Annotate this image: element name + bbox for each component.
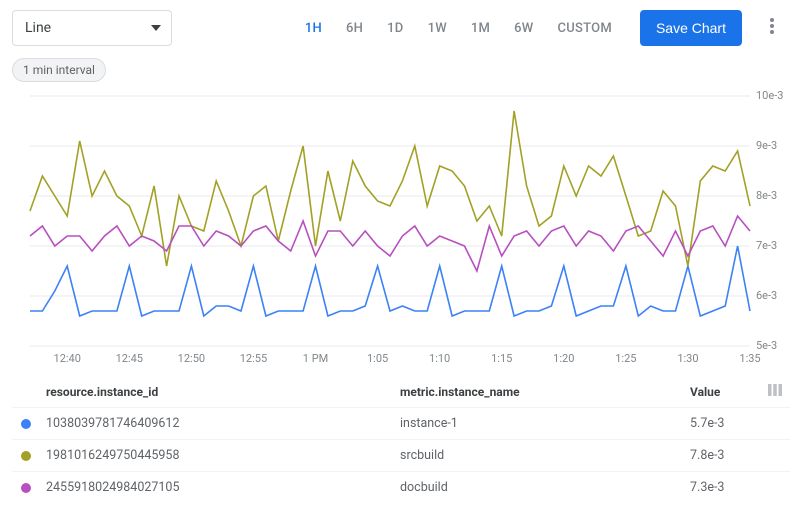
cell-value: 5.7e-3 (690, 416, 760, 431)
range-tab-1h[interactable]: 1H (293, 10, 334, 46)
cell-instance-id: 1038039781746409612 (40, 416, 400, 431)
cell-instance-id: 1981016249750445958 (40, 448, 400, 463)
column-header-value[interactable]: Value (690, 385, 760, 399)
range-tab-custom[interactable]: CUSTOM (546, 10, 624, 46)
svg-text:12:40: 12:40 (54, 352, 81, 365)
svg-text:1:10: 1:10 (429, 352, 450, 365)
interval-chip[interactable]: 1 min interval (12, 58, 106, 82)
svg-text:1:20: 1:20 (553, 352, 574, 365)
svg-text:1:25: 1:25 (615, 352, 636, 365)
column-settings-button[interactable] (760, 384, 790, 399)
svg-text:12:55: 12:55 (240, 352, 267, 365)
dropdown-icon (151, 25, 161, 31)
cell-instance-name: docbuild (400, 480, 690, 495)
cell-instance-name: instance-1 (400, 416, 690, 431)
cell-value: 7.8e-3 (690, 448, 760, 463)
legend-table: resource.instance_id metric.instance_nam… (12, 376, 790, 503)
svg-text:1:15: 1:15 (491, 352, 512, 365)
svg-text:1:35: 1:35 (739, 352, 760, 365)
save-chart-button[interactable]: Save Chart (640, 10, 742, 46)
legend-row[interactable]: 1981016249750445958srcbuild7.8e-3 (12, 439, 790, 471)
svg-text:1 PM: 1 PM (303, 352, 328, 365)
svg-text:1:30: 1:30 (677, 352, 698, 365)
range-tab-6w[interactable]: 6W (502, 10, 545, 46)
svg-text:10e-3: 10e-3 (756, 90, 783, 102)
column-header-instance-name[interactable]: metric.instance_name (400, 385, 690, 399)
svg-text:12:45: 12:45 (116, 352, 143, 365)
more-vert-icon (770, 18, 774, 38)
chart-type-label: Line (25, 20, 51, 36)
cell-value: 7.3e-3 (690, 480, 760, 495)
more-options-button[interactable] (754, 10, 790, 46)
range-tab-6h[interactable]: 6H (334, 10, 375, 46)
column-header-instance-id[interactable]: resource.instance_id (40, 385, 400, 399)
series-swatch (21, 451, 31, 461)
svg-text:6e-3: 6e-3 (756, 289, 777, 302)
range-tab-1d[interactable]: 1D (375, 10, 415, 46)
series-swatch (21, 419, 31, 429)
svg-text:12:50: 12:50 (178, 352, 205, 365)
time-range-tabs: 1H6H1D1W1M6WCUSTOM (293, 10, 624, 46)
range-tab-1m[interactable]: 1M (459, 10, 502, 46)
svg-text:9e-3: 9e-3 (756, 139, 777, 152)
cell-instance-id: 2455918024984027105 (40, 480, 400, 495)
range-tab-1w[interactable]: 1W (416, 10, 459, 46)
svg-text:5e-3: 5e-3 (756, 339, 777, 352)
columns-icon (768, 384, 782, 399)
svg-text:7e-3: 7e-3 (756, 239, 777, 252)
chart-type-select[interactable]: Line (12, 10, 172, 46)
svg-text:1:05: 1:05 (367, 352, 388, 365)
legend-row[interactable]: 1038039781746409612instance-15.7e-3 (12, 407, 790, 439)
cell-instance-name: srcbuild (400, 448, 690, 463)
line-chart[interactable]: 5e-3 6e-3 7e-3 8e-3 9e-3 10e-3 12:40 12:45 12:50… (12, 90, 790, 370)
series-swatch (21, 483, 31, 493)
svg-text:8e-3: 8e-3 (756, 189, 777, 202)
legend-row[interactable]: 2455918024984027105docbuild7.3e-3 (12, 471, 790, 503)
